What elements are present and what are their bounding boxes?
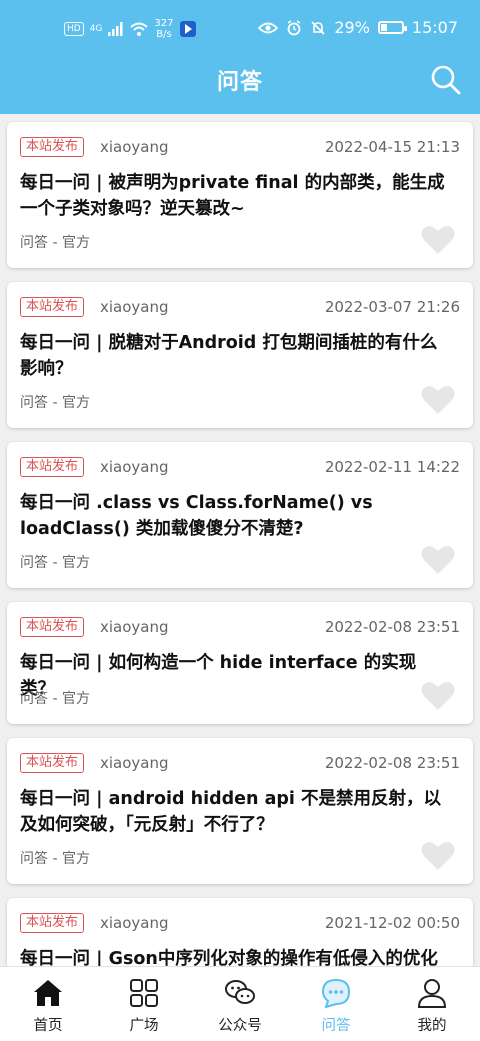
heart-icon[interactable] — [421, 680, 455, 712]
wechat-icon — [225, 980, 255, 1004]
article-title: 每日一问 | 被声明为private final 的内部类，能生成一个子类对象吗… — [20, 173, 445, 219]
grid-icon — [130, 979, 158, 1007]
article-card[interactable]: 本站发布 xiaoyang 2022-02-08 23:51 每日一问 | an… — [7, 738, 473, 884]
source-tag: 本站发布 — [20, 297, 85, 317]
home-icon — [34, 980, 62, 1006]
page-title: 问答 — [216, 70, 263, 95]
wifi-icon — [130, 22, 149, 36]
publish-date: 2022-03-07 21:26 — [324, 298, 460, 316]
article-title: 每日一问 | 脱糖对于Android 打包期间插桩的有什么影响？ — [20, 333, 438, 379]
chapter-label: 问答 - 官方 — [20, 691, 90, 707]
nav-home[interactable]: 首页 — [0, 967, 96, 1041]
author: xiaoyang — [100, 914, 169, 932]
heart-icon[interactable] — [421, 840, 455, 872]
publish-date: 2022-04-15 21:13 — [324, 138, 460, 156]
eye-icon — [258, 22, 279, 33]
top-app-bar: HD 4G 327 B/s 29% 15:07 问答 — [0, 0, 480, 114]
net-speed-unit: B/s — [156, 29, 172, 40]
chapter-label: 问答 - 官方 — [20, 851, 90, 867]
nav-label: 问答 — [321, 1018, 351, 1034]
publish-date: 2021-12-02 00:50 — [324, 914, 460, 932]
article-title: 每日一问 .class vs Class.forName() vs loadCl… — [20, 493, 373, 539]
source-tag: 本站发布 — [20, 457, 85, 477]
chapter-label: 问答 - 官方 — [20, 395, 90, 411]
battery-percent: 29% — [334, 18, 370, 37]
search-icon[interactable] — [430, 64, 462, 96]
nav-label: 我的 — [417, 1018, 447, 1034]
publish-date: 2022-02-08 23:51 — [324, 618, 460, 636]
article-title: 每日一问 | Gson中序列化对象的操作有低侵入的优化 — [20, 949, 438, 966]
battery-icon — [377, 21, 407, 34]
clock: 15:07 — [411, 18, 458, 37]
author: xiaoyang — [100, 458, 169, 476]
mute-bell-icon — [311, 20, 325, 35]
heart-icon[interactable] — [421, 384, 455, 416]
nav-mine[interactable]: 我的 — [384, 967, 480, 1041]
chat-bubble-icon — [321, 978, 351, 1009]
publish-date: 2022-02-08 23:51 — [324, 754, 460, 772]
article-card[interactable]: 本站发布 xiaoyang 2021-12-02 00:50 每日一问 | Gs… — [7, 898, 473, 966]
signal-icon — [108, 22, 123, 36]
navigation-app-icon — [179, 21, 196, 37]
author: xiaoyang — [100, 618, 169, 636]
author: xiaoyang — [100, 298, 169, 316]
nav-label: 首页 — [33, 1018, 63, 1034]
article-card[interactable]: 本站发布 xiaoyang 2022-02-08 23:51 每日一问 | 如何… — [7, 602, 473, 724]
hd-indicator: HD — [64, 22, 84, 36]
status-bar: HD 4G 327 B/s 29% 15:07 — [0, 0, 480, 60]
article-list[interactable]: 本站发布 xiaoyang 2022-04-15 21:13 每日一问 | 被声… — [0, 114, 480, 966]
source-tag: 本站发布 — [20, 137, 85, 157]
source-tag: 本站发布 — [20, 913, 85, 933]
net-speed: 327 B/s — [154, 18, 173, 40]
author: xiaoyang — [100, 754, 169, 772]
alarm-icon — [287, 19, 301, 35]
nav-label: 广场 — [129, 1018, 159, 1034]
publish-date: 2022-02-11 14:22 — [324, 458, 460, 476]
nav-label: 公众号 — [218, 1018, 262, 1034]
heart-icon[interactable] — [421, 544, 455, 576]
bottom-navigation: 首页 广场 公众号 问答 我的 — [0, 966, 480, 1041]
nav-qa[interactable]: 问答 — [288, 967, 384, 1041]
nav-wechat[interactable]: 公众号 — [192, 967, 288, 1041]
chapter-label: 问答 - 官方 — [20, 555, 90, 571]
net-speed-value: 327 — [154, 18, 174, 29]
article-card[interactable]: 本站发布 xiaoyang 2022-03-07 21:26 每日一问 | 脱糖… — [7, 282, 473, 428]
heart-icon[interactable] — [421, 224, 455, 256]
network-type: 4G — [89, 24, 103, 34]
user-icon — [417, 979, 447, 1008]
author: xiaoyang — [100, 138, 169, 156]
article-title: 每日一问 | android hidden api 不是禁用反射，以及如何突破，… — [20, 789, 441, 835]
chapter-label: 问答 - 官方 — [20, 235, 90, 251]
source-tag: 本站发布 — [20, 753, 85, 773]
article-card[interactable]: 本站发布 xiaoyang 2022-04-15 21:13 每日一问 | 被声… — [7, 122, 473, 268]
nav-square[interactable]: 广场 — [96, 967, 192, 1041]
source-tag: 本站发布 — [20, 617, 85, 637]
article-card[interactable]: 本站发布 xiaoyang 2022-02-11 14:22 每日一问 .cla… — [7, 442, 473, 588]
